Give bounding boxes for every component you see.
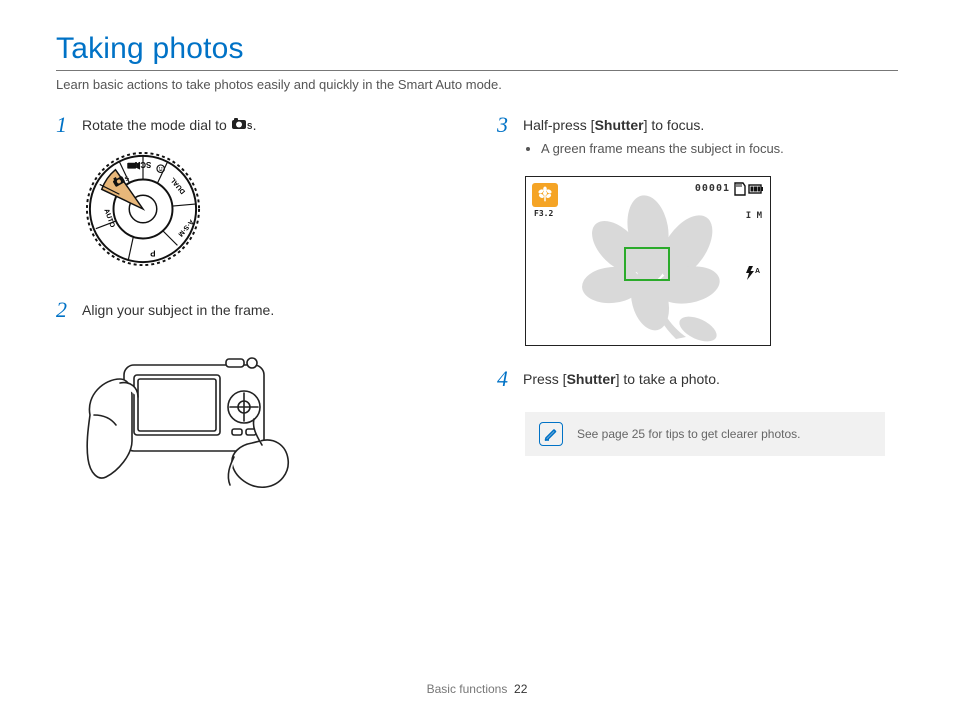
- note-icon: [539, 422, 563, 446]
- left-column: 1 Rotate the mode dial to S .: [56, 116, 457, 500]
- step1-text-a: Rotate the mode dial to: [82, 117, 231, 133]
- step3-text-a: Half-press [: [523, 117, 595, 133]
- step-text: Align your subject in the frame.: [82, 301, 274, 321]
- step-text: Half-press [Shutter] to focus. A green f…: [523, 116, 784, 160]
- shutter-label: Shutter: [595, 117, 644, 133]
- step-number: 1: [56, 114, 76, 136]
- page-number: 22: [514, 682, 527, 696]
- shutter-label: Shutter: [567, 371, 616, 387]
- step-text: Press [Shutter] to take a photo.: [523, 370, 720, 390]
- step3-text-b: ] to focus.: [644, 117, 705, 133]
- right-column: 3 Half-press [Shutter] to focus. A green…: [497, 116, 898, 500]
- smart-auto-mode-icon: S: [231, 117, 253, 137]
- step4-text-a: Press [: [523, 371, 567, 387]
- step-2: 2 Align your subject in the frame.: [56, 301, 457, 321]
- subtitle: Learn basic actions to take photos easil…: [56, 77, 898, 92]
- battery-icon: [748, 182, 764, 200]
- aperture-value: F3.2: [534, 209, 553, 218]
- tip-text: See page 25 for tips to get clearer phot…: [577, 427, 800, 441]
- step1-text-b: .: [253, 117, 257, 133]
- resolution-indicator: I M: [746, 211, 762, 221]
- shot-counter: 00001: [695, 183, 730, 194]
- step-1: 1 Rotate the mode dial to S .: [56, 116, 457, 136]
- step-number: 3: [497, 114, 517, 136]
- step4-text-b: ] to take a photo.: [616, 371, 720, 387]
- step3-bullet: A green frame means the subject in focus…: [541, 140, 784, 158]
- lcd-preview-illustration: F3.2 00001 I M A: [525, 176, 771, 346]
- page-title: Taking photos: [56, 32, 898, 66]
- step-text: Rotate the mode dial to S .: [82, 116, 257, 136]
- page-footer: Basic functions 22: [0, 682, 954, 696]
- step-3: 3 Half-press [Shutter] to focus. A green…: [497, 116, 898, 160]
- step-number: 2: [56, 299, 76, 321]
- tip-box: See page 25 for tips to get clearer phot…: [525, 412, 885, 456]
- focus-frame: [624, 247, 670, 281]
- footer-section: Basic functions: [427, 682, 508, 696]
- svg-text:P: P: [150, 248, 155, 257]
- svg-text:A: A: [755, 268, 760, 275]
- step-number: 4: [497, 368, 517, 390]
- mode-dial-illustration: S SCN DUAL A·S·M P AUTO: [84, 150, 457, 273]
- flash-auto-icon: A: [744, 265, 764, 286]
- macro-flower-icon: [532, 183, 558, 207]
- step-4: 4 Press [Shutter] to take a photo.: [497, 370, 898, 390]
- camera-hold-illustration: [56, 335, 457, 500]
- title-rule: [56, 70, 898, 71]
- memory-card-icon: [734, 182, 746, 201]
